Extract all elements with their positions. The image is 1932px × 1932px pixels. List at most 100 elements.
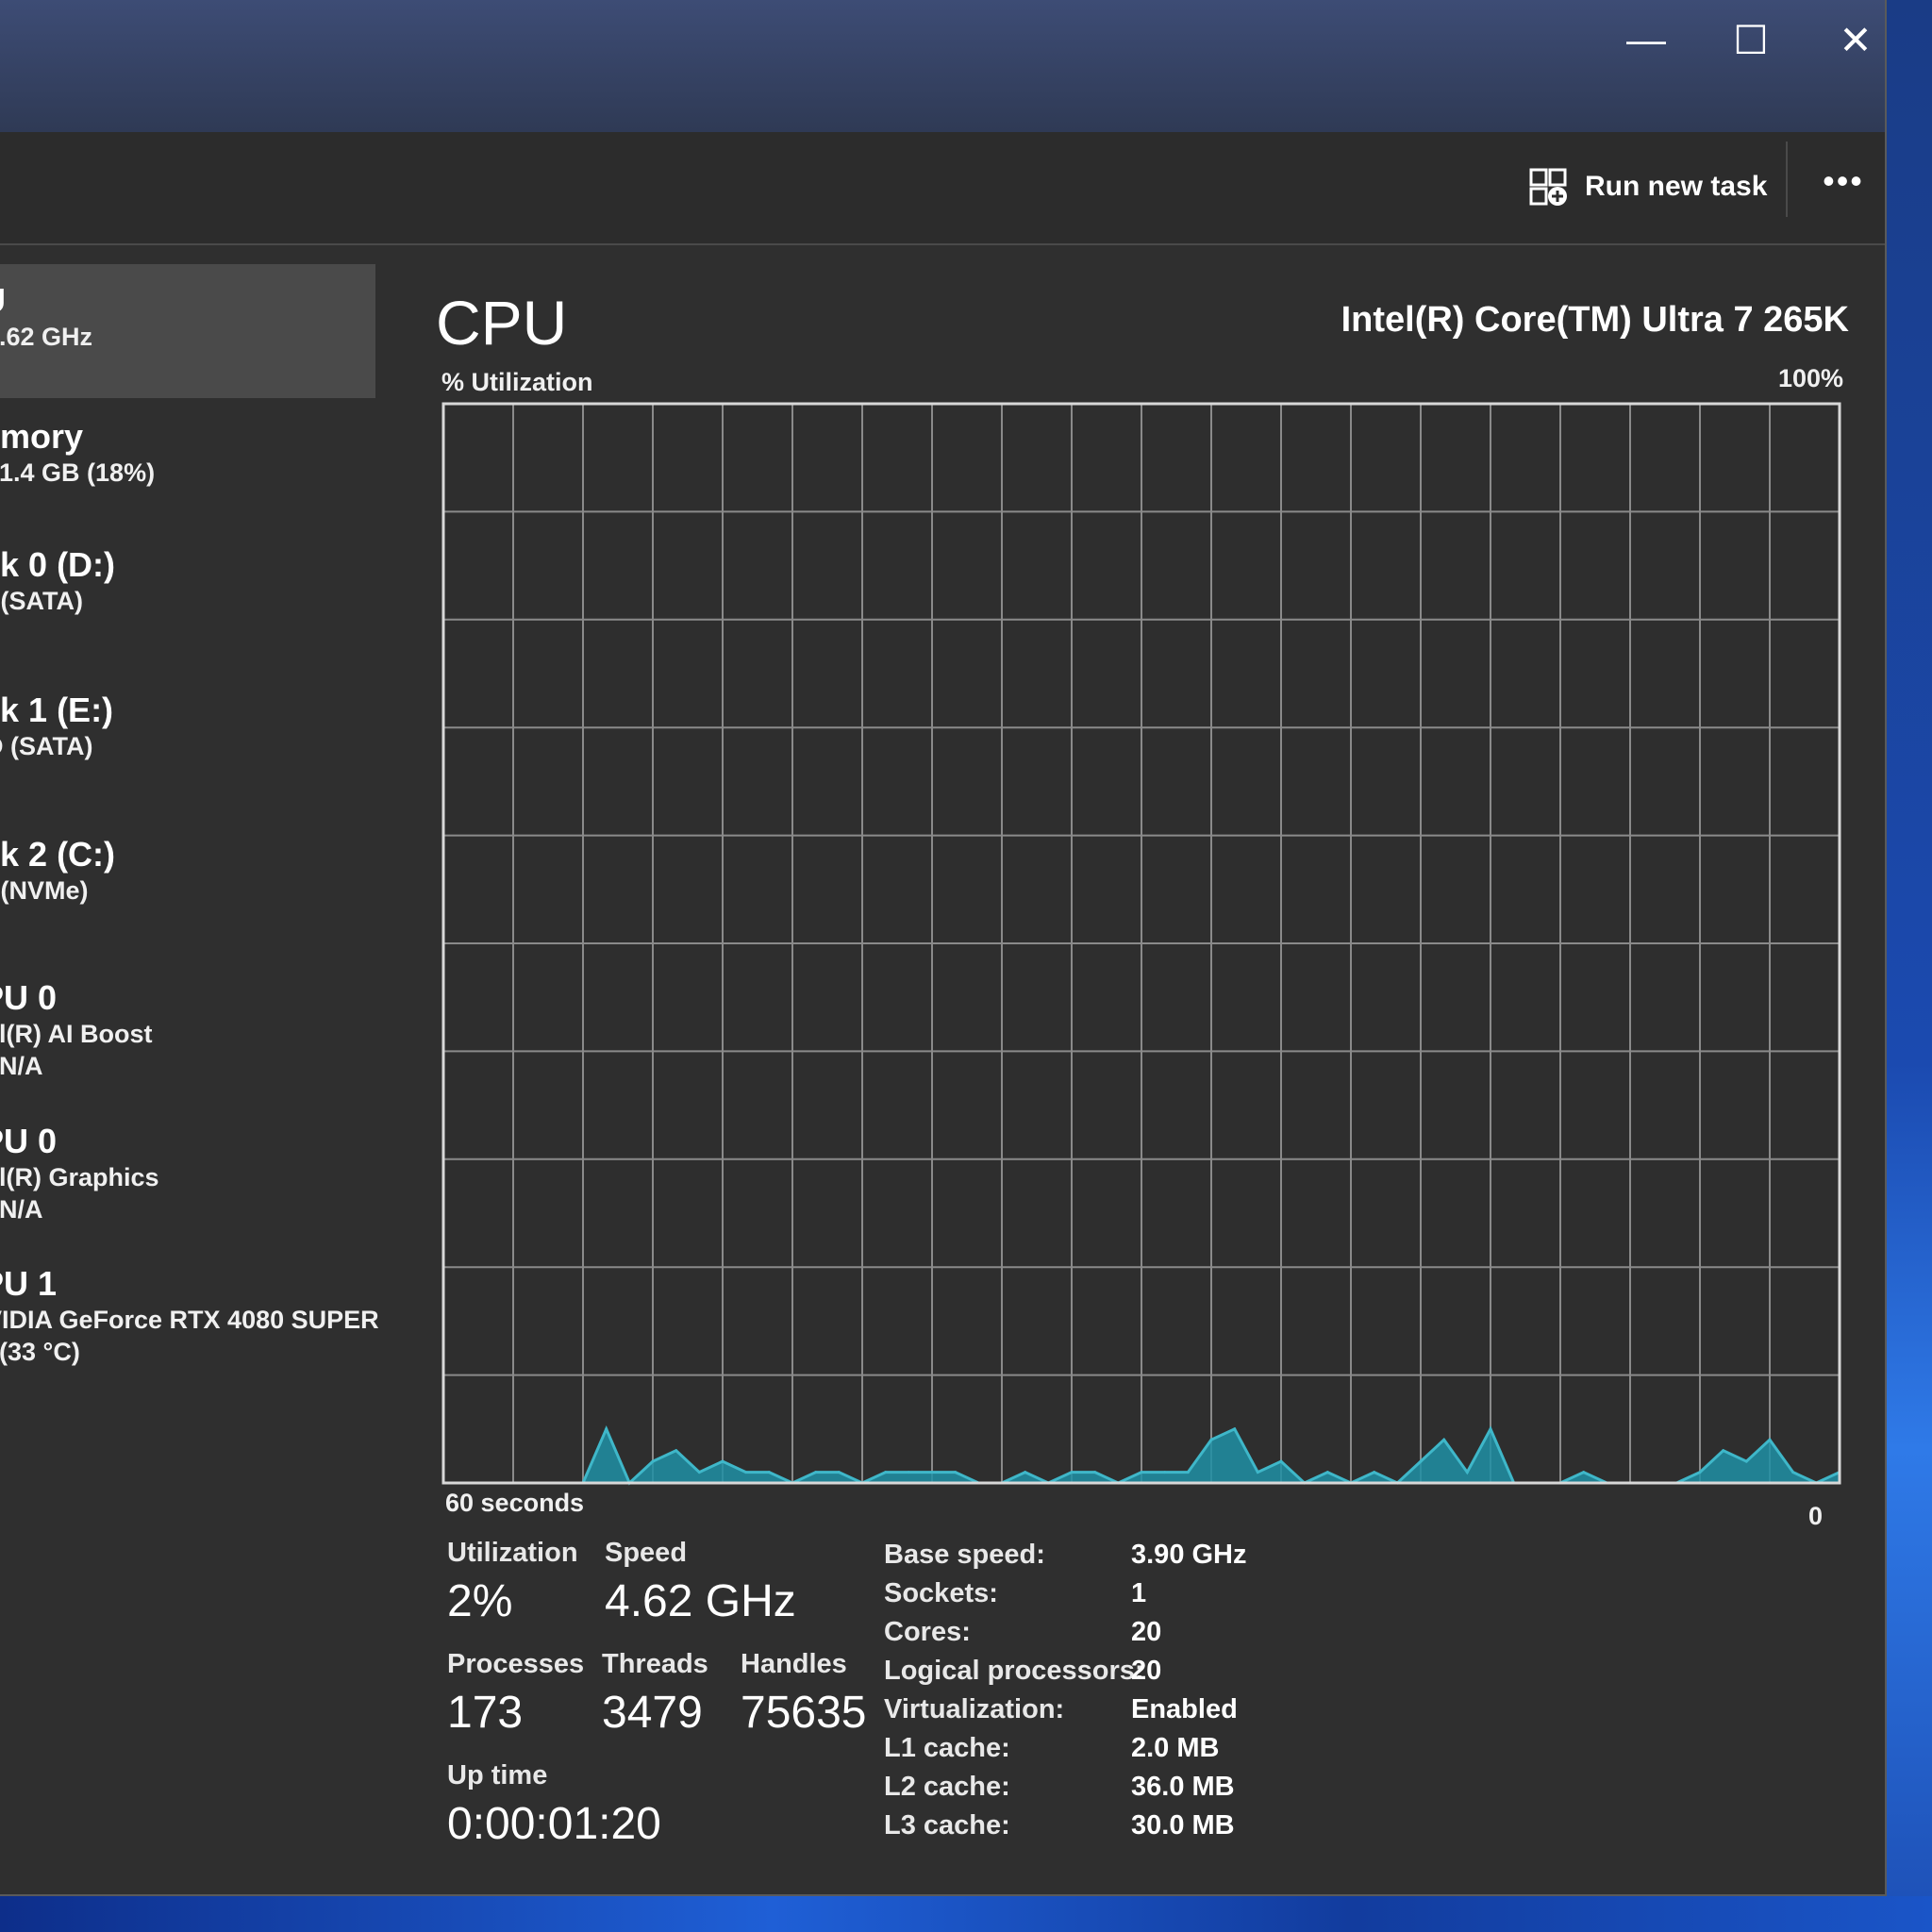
threads-label: Threads: [602, 1649, 708, 1679]
virtualization-key: Virtualization:: [884, 1694, 1065, 1724]
virtualization-value: Enabled: [1131, 1694, 1238, 1724]
threads-value: 3479: [602, 1688, 703, 1738]
sidebar-item-title: sk 0 (D:): [0, 545, 116, 584]
sidebar-item-cpu[interactable]: U 4.62 GHz: [0, 264, 375, 398]
sidebar-item-disk-0[interactable]: sk 0 (D:) ) (SATA): [0, 545, 375, 677]
sidebar-item-npu-0[interactable]: PU 0 el(R) AI Boost , N/A: [0, 978, 375, 1120]
cpu-utilization-point: [1140, 1471, 1143, 1474]
close-button[interactable]: ✕: [1808, 11, 1903, 68]
cpu-utilization-point: [697, 1471, 701, 1474]
cpu-utilization-point: [814, 1471, 818, 1474]
more-options-button[interactable]: •••: [1813, 158, 1874, 204]
sidebar-item-title: sk 1 (E:): [0, 691, 114, 729]
sidebar-item-detail: 4.62 GHz: [0, 323, 93, 351]
cpu-utilization-point: [675, 1449, 678, 1453]
l2-cache-key: L2 cache:: [884, 1772, 1010, 1802]
page-title: CPU: [436, 288, 568, 358]
sidebar-item-detail: el(R) Graphics: [0, 1163, 159, 1191]
sidebar-item-disk-1[interactable]: sk 1 (E:) D (SATA): [0, 691, 375, 823]
cpu-utilization-point: [1465, 1471, 1469, 1474]
cores-value: 20: [1131, 1617, 1162, 1647]
cpu-utilization-point: [1325, 1471, 1329, 1474]
cpu-utilization-point: [1209, 1438, 1213, 1441]
cpu-utilization-point: [954, 1471, 958, 1474]
uptime-value: 0:00:01:20: [447, 1799, 661, 1849]
cpu-utilization-point: [1442, 1438, 1446, 1441]
cpu-utilization-point: [1698, 1471, 1702, 1474]
cpu-utilization-point: [837, 1471, 841, 1474]
l1-cache-value: 2.0 MB: [1131, 1733, 1220, 1763]
sidebar-item-title: PU 0: [0, 978, 58, 1017]
processes-label: Processes: [447, 1649, 585, 1679]
cpu-utilization-point: [1070, 1471, 1074, 1474]
cpu-model-name: Intel(R) Core(TM) Ultra 7 265K: [1341, 300, 1849, 340]
sidebar-item-title: emory: [0, 417, 84, 456]
sidebar-item-usage: , (33 °C): [0, 1338, 80, 1366]
sidebar-item-title: PU 1: [0, 1264, 58, 1303]
sidebar-item-gpu-0[interactable]: PU 0 el(R) Graphics , N/A: [0, 1122, 375, 1263]
maximize-button[interactable]: ☐: [1704, 11, 1798, 68]
cpu-utilization-point: [1163, 1471, 1167, 1474]
run-new-task-button[interactable]: Run new task: [1528, 160, 1767, 213]
performance-panel: CPU Intel(R) Core(TM) Ultra 7 265K % Uti…: [436, 247, 1851, 1851]
cpu-utilization-point: [1373, 1471, 1376, 1474]
cpu-utilization-point: [930, 1471, 934, 1474]
base-speed-key: Base speed:: [884, 1540, 1045, 1570]
cpu-utilization-point: [1791, 1471, 1795, 1474]
cpu-utilization-chart: [441, 402, 1841, 1486]
utilization-value: 2%: [447, 1576, 513, 1626]
utilization-axis-label: % Utilization: [441, 368, 593, 396]
more-icon: •••: [1823, 161, 1864, 200]
cpu-utilization-point: [1419, 1459, 1423, 1463]
cpu-utilization-point: [1186, 1471, 1190, 1474]
chart-max-label: 100%: [1777, 364, 1843, 392]
l2-cache-value: 36.0 MB: [1131, 1772, 1235, 1802]
sidebar-item-detail: VIDIA GeForce RTX 4080 SUPER: [0, 1306, 379, 1334]
minimize-icon: —: [1626, 17, 1666, 61]
l1-cache-key: L1 cache:: [884, 1733, 1010, 1763]
minimize-button[interactable]: —: [1599, 11, 1693, 68]
cpu-utilization-point: [1279, 1459, 1283, 1463]
sidebar-item-disk-2[interactable]: sk 2 (C:) ) (NVMe): [0, 835, 375, 967]
toolbar-divider: [1786, 142, 1788, 217]
chart-time-span-label: 60 seconds: [445, 1489, 585, 1517]
logical-processors-key: Logical processors:: [884, 1656, 1144, 1686]
processes-value: 173: [447, 1688, 524, 1738]
cpu-utilization-point: [1093, 1471, 1097, 1474]
run-task-icon: [1529, 168, 1567, 206]
cpu-utilization-point: [1582, 1471, 1586, 1474]
sidebar: U 4.62 GHz emory 31.4 GB (18%) sk 0 (D:)…: [0, 247, 387, 1889]
l3-cache-key: L3 cache:: [884, 1810, 1010, 1840]
cpu-utilization-point: [1233, 1427, 1237, 1431]
sidebar-item-usage: , N/A: [0, 1195, 43, 1224]
title-bar[interactable]: — ☐ ✕: [0, 0, 1885, 132]
sidebar-item-detail: el(R) AI Boost: [0, 1020, 153, 1048]
l3-cache-value: 30.0 MB: [1131, 1810, 1235, 1840]
sidebar-item-detail: ) (NVMe): [0, 876, 89, 905]
close-icon: ✕: [1839, 17, 1873, 62]
sidebar-item-detail: ) (SATA): [0, 587, 83, 615]
sidebar-item-detail: 31.4 GB (18%): [0, 458, 156, 487]
logical-processors-value: 20: [1131, 1656, 1162, 1686]
sidebar-item-gpu-1[interactable]: PU 1 VIDIA GeForce RTX 4080 SUPER , (33 …: [0, 1264, 379, 1406]
cpu-utilization-point: [744, 1471, 748, 1474]
cpu-utilization-point: [1024, 1471, 1027, 1474]
uptime-label: Up time: [447, 1760, 548, 1790]
cpu-utilization-point: [651, 1459, 655, 1463]
cpu-utilization-point: [1489, 1427, 1492, 1431]
sidebar-item-title: sk 2 (C:): [0, 835, 116, 874]
sidebar-item-memory[interactable]: emory 31.4 GB (18%): [0, 408, 375, 540]
sockets-key: Sockets:: [884, 1578, 998, 1608]
cpu-utilization-point: [767, 1471, 771, 1474]
task-manager-window: — ☐ ✕ Run new task ••• U 4.62 GHz emory: [0, 0, 1887, 1896]
cpu-utilization-point: [907, 1471, 910, 1474]
cpu-utilization-point: [1256, 1471, 1259, 1474]
cpu-utilization-point: [605, 1427, 608, 1431]
speed-value: 4.62 GHz: [605, 1576, 796, 1626]
chart-zero-label: 0: [1807, 1502, 1823, 1530]
speed-label: Speed: [605, 1538, 688, 1568]
cpu-utilization-point: [884, 1471, 888, 1474]
sockets-value: 1: [1131, 1578, 1147, 1608]
sidebar-item-detail: D (SATA): [0, 732, 93, 760]
cpu-utilization-point: [1744, 1459, 1748, 1463]
